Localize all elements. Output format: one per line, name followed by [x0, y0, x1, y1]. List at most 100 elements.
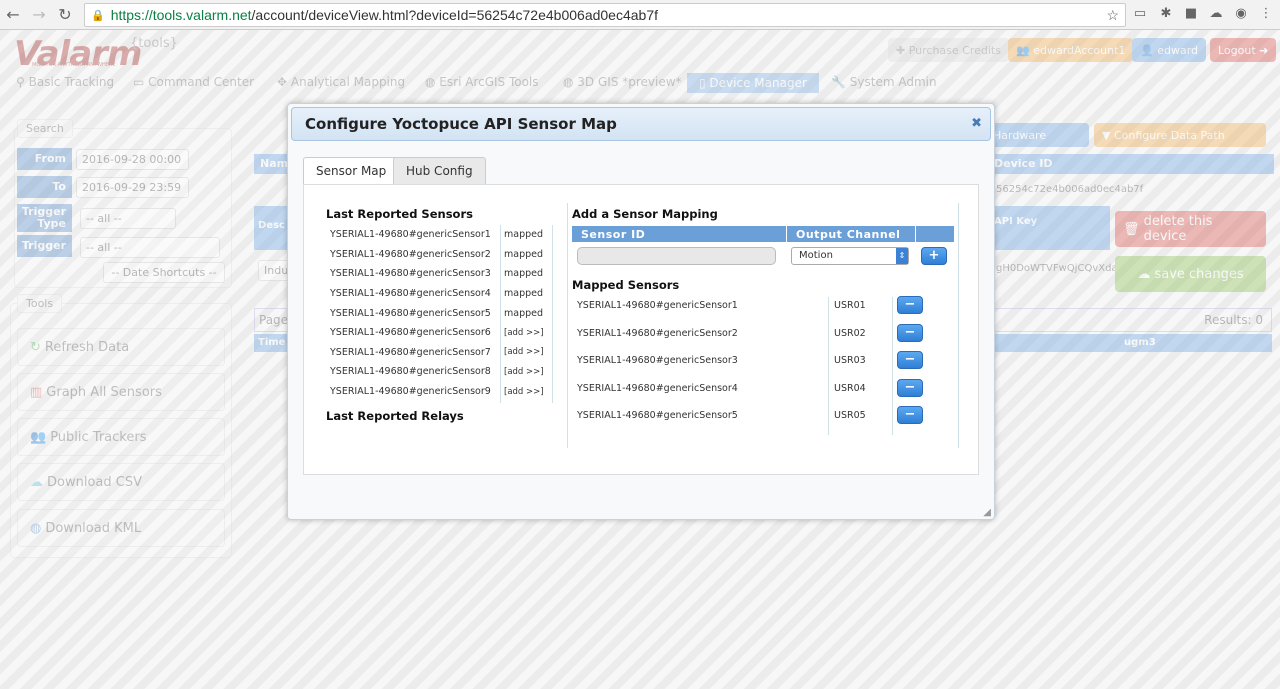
add-sensor-link[interactable]: [add >>] [498, 367, 544, 377]
sensor-id-input[interactable] [577, 247, 776, 265]
user-button[interactable]: 👤 edward [1132, 38, 1207, 62]
save-changes-button[interactable]: ☁ save changes [1115, 256, 1266, 292]
tab-sensor-map[interactable]: Sensor Map [303, 157, 400, 186]
hardware-button[interactable]: Hardware [985, 123, 1089, 147]
tools-legend: Tools [17, 294, 63, 313]
remove-mapping-button[interactable]: − [897, 378, 923, 397]
extension-icon[interactable]: ✱ [1158, 6, 1174, 22]
sensor-id: YSERIAL1-49680#genericSensor2 [330, 248, 491, 260]
nav-system-admin[interactable]: 🔧 System Admin [831, 75, 937, 89]
select-arrows-icon: ⇕ [896, 248, 908, 264]
trigger-type-select[interactable]: -- all -- [80, 208, 176, 229]
mapped-status: mapped [504, 268, 544, 280]
sensor-row: YSERIAL1-49680#genericSensor4 mapped [318, 284, 543, 304]
sensor-id: YSERIAL1-49680#genericSensor9 [330, 386, 491, 398]
account-button[interactable]: 👥 edwardAccount1 [1008, 38, 1134, 62]
sensor-id: YSERIAL1-49680#genericSensor4 [330, 288, 491, 300]
add-mapping-title: Add a Sensor Mapping [572, 207, 718, 221]
remove-mapping-button[interactable]: − [897, 406, 923, 425]
api-key-value: gH0DoWTVFwQjCQvXdac [996, 263, 1124, 274]
address-bar[interactable]: 🔒 https://tools.valarm.net/account/devic… [84, 3, 1126, 27]
delete-device-button[interactable]: 🗑 delete this device [1115, 211, 1266, 247]
graph-all-sensors-button[interactable]: ▥ Graph All Sensors [17, 373, 225, 411]
add-sensor-link[interactable]: [add >>] [498, 347, 544, 357]
sensor-row: YSERIAL1-49680#genericSensor7 [add >>] [318, 343, 544, 363]
mapped-status: mapped [504, 248, 544, 260]
tab-hub-config[interactable]: Hub Config [393, 157, 486, 185]
device-id-value: 56254c72e4b006ad0ec4ab7f [996, 184, 1144, 195]
logo-suffix: {tools} [130, 36, 178, 51]
star-icon[interactable]: ☆ [1106, 7, 1119, 24]
mapped-status: mapped [504, 229, 544, 241]
extension-icon[interactable]: ◉ [1233, 6, 1249, 22]
url-path: /account/deviceView.html?deviceId=56254c… [251, 7, 658, 23]
browser-toolbar: ← → ↻ 🔒 https://tools.valarm.net/account… [0, 0, 1280, 30]
lock-icon: 🔒 [91, 9, 105, 22]
mapped-status: mapped [504, 288, 544, 300]
trigger-label: Trigger [17, 235, 72, 257]
configure-data-path-button[interactable]: ▼ Configure Data Path [1094, 123, 1266, 147]
nav-device-manager[interactable]: ▯ Device Manager [687, 73, 819, 93]
mapped-sensor-id: YSERIAL1-49680#genericSensor1 [577, 300, 738, 311]
refresh-data-button[interactable]: ↻ Refresh Data [17, 328, 225, 366]
menu-icon[interactable]: ⋮ [1258, 6, 1274, 22]
remove-mapping-button[interactable]: − [897, 351, 923, 370]
nav-command-center[interactable]: ▭ Command Center [133, 75, 254, 89]
remove-mapping-button[interactable]: − [897, 296, 923, 314]
nav-3d-gis[interactable]: ◍ 3D GIS *preview* [563, 75, 682, 89]
remove-mapping-button[interactable]: − [897, 323, 923, 342]
nav-basic-tracking[interactable]: ⚲ Basic Tracking [16, 75, 114, 89]
to-label: To [17, 176, 72, 198]
mapped-channel: USR01 [834, 300, 866, 311]
sensor-id: YSERIAL1-49680#genericSensor3 [330, 268, 491, 280]
search-legend: Search [17, 119, 73, 138]
sensor-id-header: Sensor ID [572, 226, 786, 242]
last-reported-sensors-title: Last Reported Sensors [326, 207, 473, 221]
tagline: MONITOR ANYTHING, ANYWHERE [32, 62, 116, 68]
back-icon[interactable]: ← [0, 5, 26, 24]
mapped-sensor-id: YSERIAL1-49680#genericSensor4 [577, 382, 738, 394]
trigger-select[interactable]: -- all -- [80, 237, 220, 258]
sensor-id: YSERIAL1-49680#genericSensor7 [330, 346, 491, 358]
sensor-row: YSERIAL1-49680#genericSensor6 [add >>] [318, 323, 544, 343]
nav-esri-arcgis[interactable]: ◍ Esri ArcGIS Tools [425, 75, 539, 89]
cloud-icon[interactable]: ☁ [1208, 6, 1224, 22]
purchase-credits-button[interactable]: ✚ Purchase Credits [888, 38, 1009, 62]
add-sensor-link[interactable]: [add >>] [498, 328, 544, 338]
sensor-row: YSERIAL1-49680#genericSensor1 mapped [318, 225, 543, 245]
resize-handle-icon[interactable]: ◢ [983, 507, 991, 518]
forward-icon[interactable]: → [26, 5, 52, 24]
reload-icon[interactable]: ↻ [52, 5, 78, 24]
sensor-map-panel: Last Reported Sensors YSERIAL1-49680#gen… [303, 184, 979, 475]
url-host: https://tools.valarm.net [110, 7, 252, 23]
nav-analytical-mapping[interactable]: ✥ Analytical Mapping [277, 75, 405, 89]
last-reported-relays-title: Last Reported Relays [326, 409, 464, 423]
mapped-channel: USR05 [834, 410, 866, 422]
to-input[interactable]: 2016-09-29 23:59 [76, 177, 189, 198]
logout-button[interactable]: Logout ➜ [1210, 38, 1277, 62]
from-label: From [17, 148, 72, 170]
public-trackers-button[interactable]: 👥 Public Trackers [17, 418, 225, 456]
users-icon: 👥 [30, 429, 47, 445]
action-header [916, 226, 954, 242]
sensor-row: YSERIAL1-49680#genericSensor9 [add >>] [318, 382, 544, 402]
logo[interactable]: Valarm [14, 34, 142, 74]
mapped-sensor-id: YSERIAL1-49680#genericSensor2 [577, 327, 738, 339]
date-shortcuts-select[interactable]: -- Date Shortcuts -- [103, 262, 225, 283]
cloud-download-icon: ☁ [30, 474, 43, 490]
download-kml-button[interactable]: ◍ Download KML [17, 509, 225, 547]
extension-icon[interactable]: ■ [1183, 6, 1199, 22]
output-channel-select[interactable]: Motion ⇕ [791, 247, 909, 265]
from-input[interactable]: 2016-09-28 00:00 [76, 149, 189, 170]
add-mapping-button[interactable]: + [921, 247, 947, 265]
globe-icon: ◍ [30, 520, 42, 536]
refresh-icon: ↻ [30, 339, 41, 355]
mapped-sensor-id: YSERIAL1-49680#genericSensor5 [577, 410, 738, 422]
mapped-sensors-title: Mapped Sensors [572, 278, 680, 292]
sensor-id: YSERIAL1-49680#genericSensor8 [330, 366, 491, 378]
close-icon[interactable]: ✖ [971, 116, 982, 131]
cast-icon[interactable]: ▭ [1132, 6, 1148, 22]
add-sensor-link[interactable]: [add >>] [498, 387, 544, 397]
sensor-row: YSERIAL1-49680#genericSensor8 [add >>] [318, 362, 544, 382]
download-csv-button[interactable]: ☁ Download CSV [17, 463, 225, 501]
